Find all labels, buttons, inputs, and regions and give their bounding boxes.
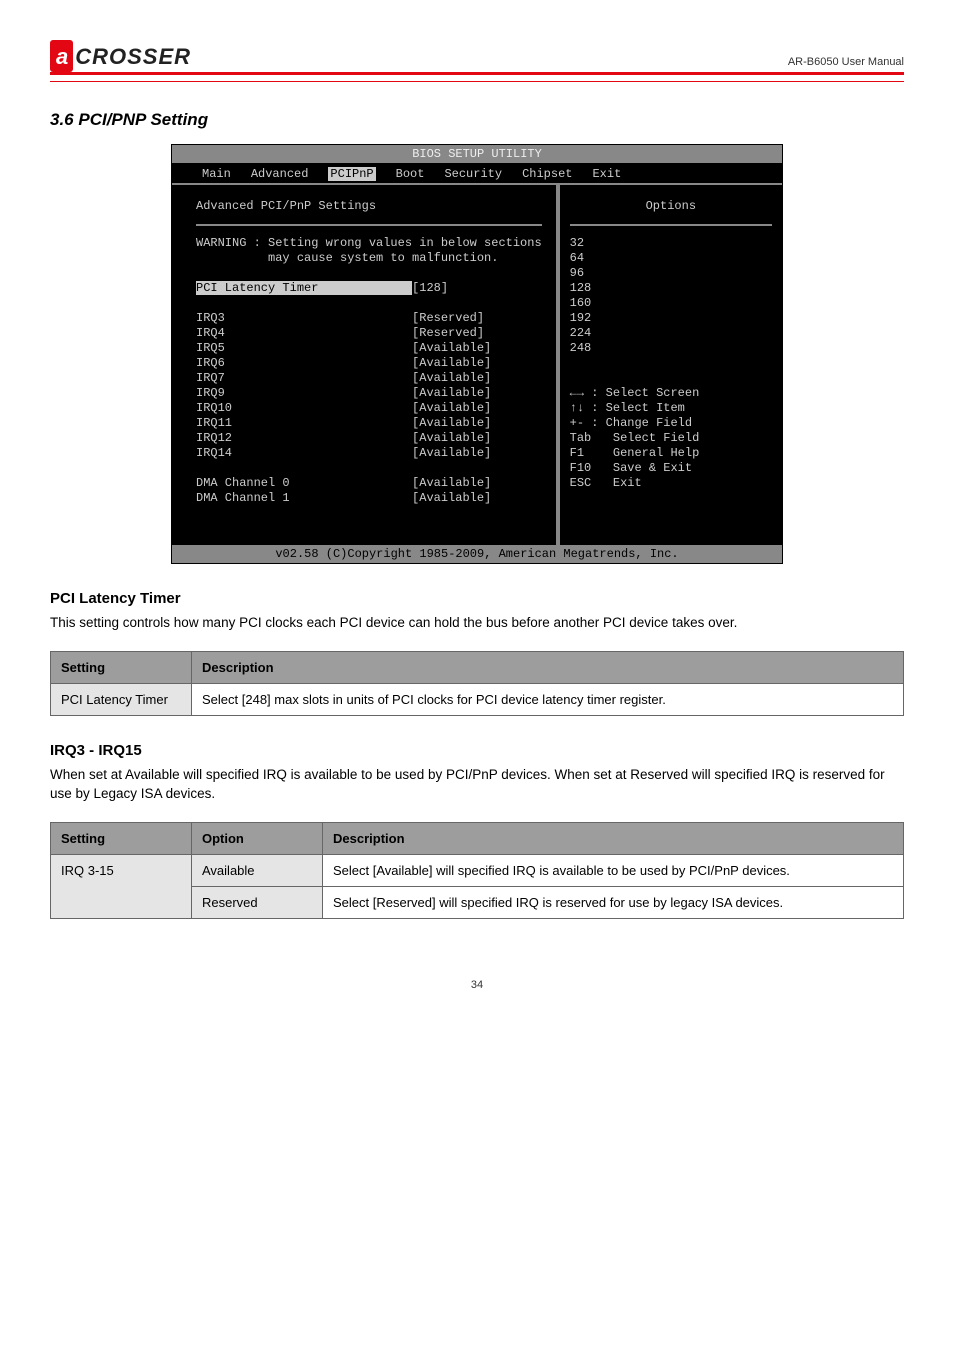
bios-help-line: F1 General Help [570,446,772,461]
bios-setting-irq6[interactable]: IRQ6 [Available] [196,356,542,371]
col-option: Option [192,822,323,854]
bios-setting-irq3[interactable]: IRQ3 [Reserved] [196,311,542,326]
bios-menu-main[interactable]: Main [202,167,231,181]
page-number: 34 [50,979,904,991]
bios-option-64[interactable]: 64 [570,251,772,266]
bios-blank [570,356,772,371]
bios-help-line: ESC Exit [570,476,772,491]
col-description: Description [323,822,904,854]
bios-warning-1: WARNING : Setting wrong values in below … [196,236,542,251]
bios-help-line: +- : Change Field [570,416,772,431]
bios-help-line: F10 Save & Exit [570,461,772,476]
bios-right-pane: Options 326496128160192224248 ←→ : Selec… [558,185,782,545]
bios-option-160[interactable]: 160 [570,296,772,311]
col-setting: Setting [51,651,192,683]
col-description: Description [192,651,904,683]
bios-menu-exit[interactable]: Exit [592,167,621,181]
bios-options-heading: Options [570,199,772,214]
bios-menu-security[interactable]: Security [444,167,502,181]
bios-option-248[interactable]: 248 [570,341,772,356]
bios-setting-irq9[interactable]: IRQ9 [Available] [196,386,542,401]
bios-setting-irq4[interactable]: IRQ4 [Reserved] [196,326,542,341]
bios-selected-row[interactable]: PCI Latency Timer [128] [196,281,542,296]
cell-description: Select [Reserved] will specified IRQ is … [323,886,904,918]
bios-menu-advanced[interactable]: Advanced [251,167,309,181]
cell-option: Available [192,854,323,886]
table-row: Setting Description [51,651,904,683]
cell-setting: PCI Latency Timer [51,683,192,715]
logo-mark: a [50,40,73,72]
bios-footer: v02.58 (C)Copyright 1985-2009, American … [172,545,782,563]
table-row: PCI Latency Timer Select [248] max slots… [51,683,904,715]
pci-table: Setting Description PCI Latency Timer Se… [50,651,904,716]
pci-text: This setting controls how many PCI clock… [50,613,904,633]
bios-option-96[interactable]: 96 [570,266,772,281]
page-header: a CROSSER AR-B6050 User Manual [50,40,904,75]
header-underline [50,81,904,82]
bios-setting-irq7[interactable]: IRQ7 [Available] [196,371,542,386]
bios-blank [570,371,772,386]
bios-menu-chipset[interactable]: Chipset [522,167,572,181]
bios-help-line: Tab Select Field [570,431,772,446]
bios-left-heading: Advanced PCI/PnP Settings [196,199,542,214]
bios-setting-irq10[interactable]: IRQ10 [Available] [196,401,542,416]
bios-screenshot: BIOS SETUP UTILITY Main Advanced PCIPnP Boo… [171,144,783,564]
bios-title-bar: BIOS SETUP UTILITY [172,145,782,163]
table-row: Setting Option Description [51,822,904,854]
bios-setting-irq12[interactable]: IRQ12 [Available] [196,431,542,446]
cell-description: Select [Available] will specified IRQ is… [323,854,904,886]
bios-left-pane: Advanced PCI/PnP Settings WARNING : Sett… [172,185,558,545]
bios-menu-pcipnp[interactable]: PCIPnP [328,167,375,181]
pci-heading: PCI Latency Timer [50,590,904,607]
irq-table: Setting Option Description IRQ 3-15 Avai… [50,822,904,919]
irq-text: When set at Available will specified IRQ… [50,765,904,804]
cell-description: Select [248] max slots in units of PCI c… [192,683,904,715]
section-title: 3.6 PCI/PNP Setting [50,110,904,130]
bios-option-128[interactable]: 128 [570,281,772,296]
bios-option-32[interactable]: 32 [570,236,772,251]
table-row: IRQ 3-15 Available Select [Available] wi… [51,854,904,886]
irq-heading: IRQ3 - IRQ15 [50,742,904,759]
bios-warning-2: may cause system to malfunction. [196,251,542,266]
bios-divider [570,224,772,226]
col-setting: Setting [51,822,192,854]
bios-option-224[interactable]: 224 [570,326,772,341]
bios-menu-boot[interactable]: Boot [396,167,425,181]
logo-text: CROSSER [75,44,191,70]
cell-option: Reserved [192,886,323,918]
bios-setting-dma-channel-1[interactable]: DMA Channel 1 [Available] [196,491,542,506]
bios-blank [196,266,542,281]
bios-blank [196,461,542,476]
bios-menu: Main Advanced PCIPnP Boot Security Chipset Exi… [172,163,782,185]
bios-setting-irq5[interactable]: IRQ5 [Available] [196,341,542,356]
bios-help-line: ←→ : Select Screen [570,386,772,401]
bios-setting-dma-channel-0[interactable]: DMA Channel 0 [Available] [196,476,542,491]
bios-divider [196,224,542,226]
cell-setting: IRQ 3-15 [51,854,192,918]
bios-help-line: ↑↓ : Select Item [570,401,772,416]
product-name: AR-B6050 User Manual [191,56,904,72]
bios-setting-irq11[interactable]: IRQ11 [Available] [196,416,542,431]
bios-option-192[interactable]: 192 [570,311,772,326]
bios-setting-irq14[interactable]: IRQ14 [Available] [196,446,542,461]
bios-blank [196,296,542,311]
